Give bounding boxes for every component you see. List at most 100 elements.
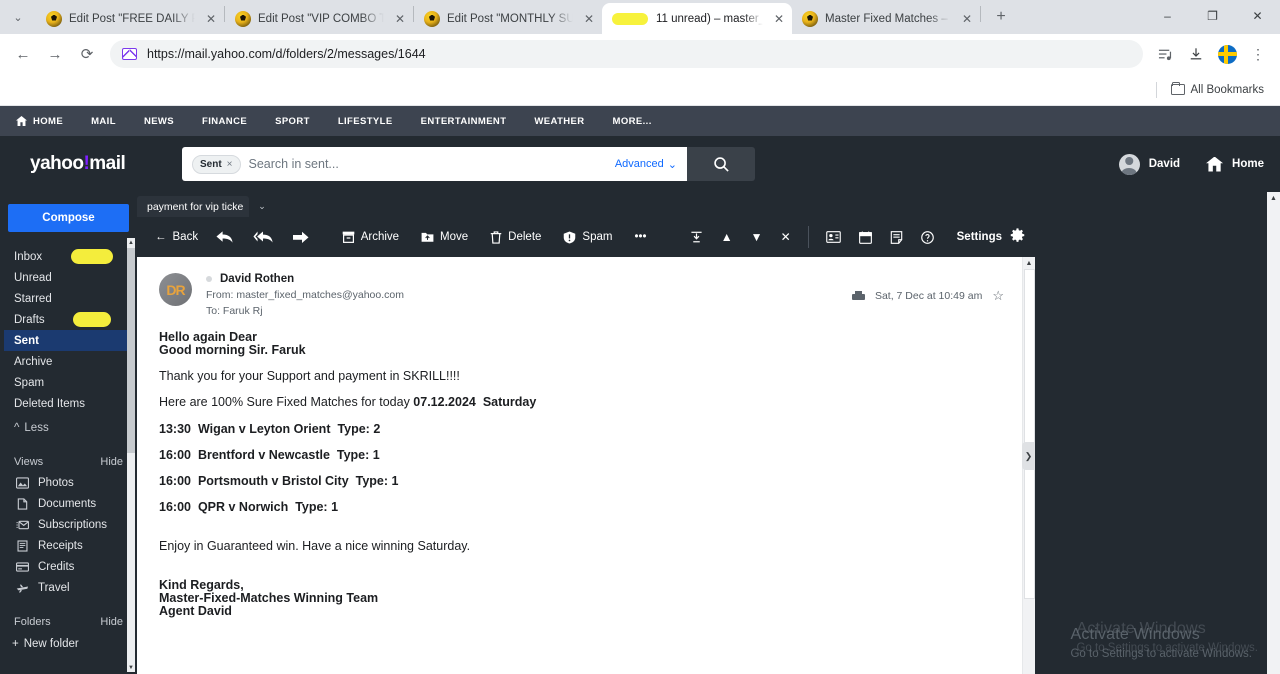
- maximize-button[interactable]: ❐: [1190, 0, 1235, 32]
- star-icon[interactable]: ☆: [992, 288, 1004, 304]
- back-to-list-button[interactable]: ← Back: [147, 231, 206, 243]
- nav-item-lifestyle[interactable]: LIFESTYLE: [324, 106, 407, 136]
- sweden-flag-avatar: [1217, 44, 1237, 64]
- nav-item-mail[interactable]: MAIL: [77, 106, 130, 136]
- address-bar[interactable]: https://mail.yahoo.com/d/folders/2/messa…: [110, 40, 1143, 68]
- yahoo-mail-logo[interactable]: yahoo!mail: [30, 153, 160, 175]
- reload-button[interactable]: ⟳: [72, 39, 102, 69]
- nav-item-entertainment[interactable]: ENTERTAINMENT: [407, 106, 521, 136]
- sidebar-item-drafts[interactable]: Drafts: [0, 309, 137, 330]
- home-button[interactable]: Home: [1206, 156, 1264, 172]
- header-right: David Home: [1118, 153, 1264, 175]
- collapse-icon[interactable]: [681, 231, 712, 244]
- notepad-icon[interactable]: [881, 230, 912, 244]
- folder-icon: [1170, 81, 1185, 95]
- advanced-search-toggle[interactable]: Advanced ⌄: [615, 158, 677, 171]
- tab-close-icon[interactable]: ✕: [391, 10, 409, 28]
- sidebar-item-inbox[interactable]: Inbox: [0, 246, 137, 267]
- tab-close-icon[interactable]: ✕: [580, 10, 598, 28]
- scroll-up-icon[interactable]: ▲: [1023, 257, 1035, 269]
- close-window-button[interactable]: ✕: [1235, 0, 1280, 32]
- move-button[interactable]: Move: [410, 231, 479, 243]
- sidebar-item-sent[interactable]: Sent: [4, 330, 133, 351]
- sidebar-item-archive[interactable]: Archive: [0, 351, 137, 372]
- sidebar-item-documents[interactable]: Documents: [0, 493, 137, 514]
- browser-tab[interactable]: Master Fixed Matches – Foot ✕: [792, 3, 980, 34]
- chrome-menu-icon[interactable]: ⋮: [1244, 40, 1272, 68]
- minimize-button[interactable]: –: [1145, 0, 1190, 32]
- nav-item-news[interactable]: NEWS: [130, 106, 188, 136]
- sidebar-item-starred[interactable]: Starred: [0, 288, 137, 309]
- reply-button[interactable]: [206, 230, 243, 244]
- all-bookmarks-button[interactable]: All Bookmarks: [1165, 81, 1271, 99]
- search-filter-chip[interactable]: Sent ×: [192, 154, 241, 174]
- views-hide-button[interactable]: Hide: [100, 456, 123, 468]
- nav-item-more[interactable]: MORE...: [599, 106, 666, 136]
- print-icon[interactable]: [851, 290, 865, 302]
- back-button[interactable]: ←: [8, 39, 38, 69]
- browser-tab[interactable]: Edit Post "VIP COMBO TICKE ✕: [225, 3, 413, 34]
- expand-panel-handle[interactable]: ❯: [1022, 442, 1035, 470]
- page-scrollbar[interactable]: ▲: [1267, 192, 1280, 674]
- sidebar-item-deleted-items[interactable]: Deleted Items: [0, 393, 137, 414]
- archive-button[interactable]: Archive: [331, 231, 410, 243]
- folders-hide-button[interactable]: Hide: [100, 616, 123, 628]
- profile-avatar[interactable]: [1213, 40, 1241, 68]
- scroll-up-icon[interactable]: ▲: [127, 238, 135, 247]
- tab-close-icon[interactable]: ✕: [958, 10, 976, 28]
- settings-button[interactable]: Settings: [943, 228, 1025, 246]
- browser-tab[interactable]: Edit Post "MONTHLY SUBSC ✕: [414, 3, 602, 34]
- search-input[interactable]: Sent × Search in sent... Advanced ⌄: [182, 147, 687, 181]
- browser-tab-active[interactable]: 11 unread) – master_fixed_m ✕: [602, 3, 792, 34]
- match-row: 13:30 Wigan v Leyton Orient Type: 2: [159, 422, 1000, 436]
- sidebar-item-receipts[interactable]: Receipts: [0, 535, 137, 556]
- sidebar-item-unread[interactable]: Unread: [0, 267, 137, 288]
- download-icon[interactable]: [1182, 40, 1210, 68]
- scroll-up-icon[interactable]: ▲: [1267, 192, 1280, 204]
- sidebar-scrollbar[interactable]: ▲ ▼: [127, 238, 135, 672]
- user-account-button[interactable]: David: [1118, 153, 1180, 175]
- new-tab-button[interactable]: +: [987, 3, 1015, 31]
- forward-button[interactable]: →: [40, 39, 70, 69]
- sidebar-item-travel[interactable]: Travel: [0, 577, 137, 598]
- view-label: Travel: [38, 581, 70, 594]
- browser-tab-strip: ⌄ Edit Post "FREE DAILY PREDIC ✕ Edit Po…: [0, 0, 1280, 34]
- nav-item-weather[interactable]: WEATHER: [520, 106, 598, 136]
- message-scroll-thumb[interactable]: [1024, 269, 1035, 599]
- thanks-line: Thank you for your Support and payment i…: [159, 369, 460, 384]
- forward-button[interactable]: [283, 231, 319, 244]
- tab-close-icon[interactable]: ✕: [202, 10, 220, 28]
- watermark-title: Activate Windows: [1070, 626, 1200, 643]
- help-icon[interactable]: [912, 230, 943, 244]
- tab-title: 11 unread) – master_fixed_m: [656, 12, 763, 25]
- message-tab-caret-icon[interactable]: ⌄: [249, 196, 275, 217]
- sidebar-item-subscriptions[interactable]: Subscriptions: [0, 514, 137, 535]
- browser-tab[interactable]: Edit Post "FREE DAILY PREDIC ✕: [36, 3, 224, 34]
- spam-button[interactable]: Spam: [552, 231, 623, 244]
- sidebar-less-toggle[interactable]: ^ Less: [0, 417, 137, 438]
- previous-message-icon[interactable]: ▲: [712, 230, 742, 244]
- more-actions-button[interactable]: •••: [623, 231, 657, 243]
- delete-button[interactable]: Delete: [479, 230, 552, 244]
- calendar-icon[interactable]: [850, 231, 881, 244]
- tab-search-button[interactable]: ⌄: [4, 3, 32, 31]
- close-message-icon[interactable]: ✕: [772, 230, 800, 244]
- compose-button[interactable]: Compose: [8, 204, 129, 232]
- sidebar-item-credits[interactable]: Credits: [0, 556, 137, 577]
- nav-item-finance[interactable]: FINANCE: [188, 106, 261, 136]
- nav-item-home[interactable]: HOME: [16, 106, 77, 136]
- contacts-icon[interactable]: [817, 231, 850, 243]
- tab-close-icon[interactable]: ✕: [770, 10, 788, 28]
- sidebar-item-spam[interactable]: Spam: [0, 372, 137, 393]
- sidebar-scroll-thumb[interactable]: [127, 248, 135, 453]
- sidebar-item-photos[interactable]: Photos: [0, 472, 137, 493]
- message-tab[interactable]: payment for vip ticke: [137, 196, 249, 217]
- search-button[interactable]: [687, 147, 755, 181]
- reply-all-button[interactable]: [243, 230, 283, 244]
- scroll-down-icon[interactable]: ▼: [127, 663, 135, 672]
- chip-remove-icon[interactable]: ×: [227, 159, 233, 170]
- new-folder-button[interactable]: + New folder: [0, 634, 137, 654]
- nav-item-sport[interactable]: SPORT: [261, 106, 324, 136]
- media-control-icon[interactable]: [1151, 40, 1179, 68]
- next-message-icon[interactable]: ▼: [742, 230, 772, 244]
